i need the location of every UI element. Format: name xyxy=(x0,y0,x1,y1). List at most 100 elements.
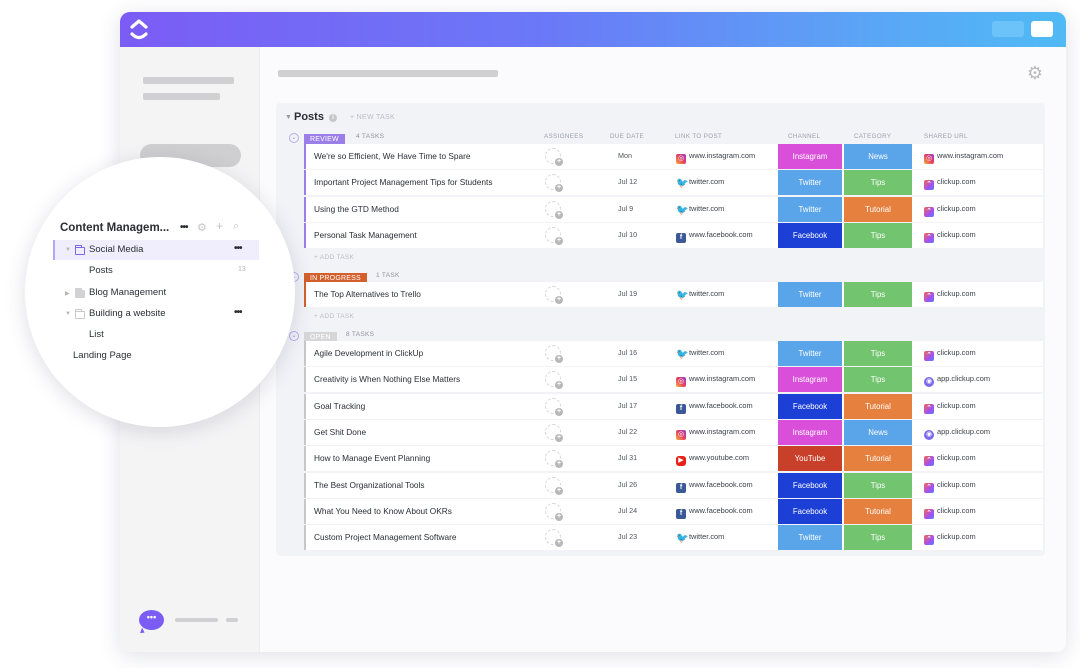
task-name[interactable]: The Best Organizational Tools xyxy=(314,480,425,490)
add-assignee-icon[interactable] xyxy=(545,226,563,245)
task-row[interactable]: Personal Task Management Jul 10 fwww.faceb… xyxy=(304,222,1043,248)
shared-url-text[interactable]: clickup.com xyxy=(937,230,976,239)
info-icon[interactable]: i xyxy=(329,114,337,122)
channel-cell[interactable]: Twitter xyxy=(778,341,842,366)
channel-cell[interactable]: Instagram xyxy=(778,367,842,393)
group-toggle-icon[interactable]: ⌄ xyxy=(289,133,299,143)
shared-url-text[interactable]: clickup.com xyxy=(937,177,976,186)
add-assignee-icon[interactable] xyxy=(545,345,563,363)
shared-url-text[interactable]: clickup.com xyxy=(937,453,976,462)
space-more-icon[interactable]: ••• xyxy=(180,222,188,233)
shared-url-text[interactable]: clickup.com xyxy=(937,289,976,298)
shared-url[interactable]: ◉ app.clickup.com xyxy=(924,374,990,388)
task-name[interactable]: Custom Project Management Software xyxy=(314,532,457,542)
link-text[interactable]: twitter.com xyxy=(689,348,724,357)
add-icon[interactable]: + xyxy=(216,219,223,233)
new-task-button[interactable]: + NEW TASK xyxy=(350,114,395,121)
add-assignee-icon[interactable] xyxy=(545,529,563,548)
titlebar-button-secondary[interactable] xyxy=(992,21,1024,37)
link-text[interactable]: www.facebook.com xyxy=(689,401,753,410)
category-cell[interactable]: Tips xyxy=(844,170,912,196)
channel-cell[interactable]: YouTube xyxy=(778,446,842,472)
link-text[interactable]: www.facebook.com xyxy=(689,480,753,489)
folder-more-icon[interactable]: ••• xyxy=(234,307,242,318)
category-cell[interactable]: Tutorial xyxy=(844,393,912,419)
task-name[interactable]: Goal Tracking xyxy=(314,401,365,411)
add-assignee-icon[interactable] xyxy=(545,423,563,442)
due-date[interactable]: Jul 15 xyxy=(618,374,637,383)
sidebar-item-social-media[interactable]: Social Media xyxy=(89,244,143,255)
link-to-post[interactable]: f www.facebook.com xyxy=(676,230,753,243)
add-assignee-icon[interactable] xyxy=(545,476,563,495)
category-cell[interactable]: Tips xyxy=(844,282,912,307)
channel-cell[interactable]: Twitter xyxy=(778,282,842,307)
link-to-post[interactable]: f www.facebook.com xyxy=(676,401,753,414)
link-text[interactable]: www.instagram.com xyxy=(689,374,755,383)
shared-url[interactable]: ⌃ clickup.com xyxy=(924,480,976,493)
due-date[interactable]: Jul 12 xyxy=(618,177,637,186)
category-cell[interactable]: Tutorial xyxy=(844,498,912,524)
shared-url[interactable]: ⌃ clickup.com xyxy=(924,532,976,546)
add-assignee-icon[interactable] xyxy=(545,200,563,219)
shared-url[interactable]: ⌃ clickup.com xyxy=(924,177,976,191)
due-date[interactable]: Jul 31 xyxy=(618,453,637,462)
category-cell[interactable]: Tips xyxy=(844,525,912,551)
expand-caret-icon[interactable]: ▼ xyxy=(65,311,71,317)
sidebar-item-posts[interactable]: Posts xyxy=(89,265,113,276)
shared-url[interactable]: ◎ www.instagram.com xyxy=(924,151,1003,164)
column-header-link[interactable]: LINK TO POST xyxy=(675,133,722,140)
add-assignee-icon[interactable] xyxy=(545,148,563,166)
column-header-category[interactable]: CATEGORY xyxy=(854,133,891,140)
shared-url-text[interactable]: clickup.com xyxy=(937,532,976,541)
chat-icon[interactable]: ••• xyxy=(139,610,164,630)
link-to-post[interactable]: 🐦twitter.com xyxy=(676,289,724,301)
due-date[interactable]: Jul 9 xyxy=(618,204,633,213)
shared-url-text[interactable]: clickup.com xyxy=(937,401,976,410)
task-name[interactable]: Creativity is When Nothing Else Matters xyxy=(314,374,460,384)
column-header-channel[interactable]: CHANNEL xyxy=(788,133,820,140)
channel-cell[interactable]: Facebook xyxy=(778,472,842,498)
collapse-caret-icon[interactable]: ▶ xyxy=(65,290,70,297)
channel-cell[interactable]: Twitter xyxy=(778,170,842,196)
add-assignee-icon[interactable] xyxy=(545,174,563,193)
category-cell[interactable]: Tips xyxy=(844,367,912,393)
due-date[interactable]: Jul 17 xyxy=(618,401,637,410)
task-name[interactable]: Important Project Management Tips for St… xyxy=(314,177,492,187)
task-row[interactable]: Goal Tracking Jul 17 fwww.facebook.com Face… xyxy=(304,393,1043,419)
add-assignee-icon[interactable] xyxy=(545,502,563,521)
category-cell[interactable]: Tutorial xyxy=(844,446,912,472)
add-assignee-icon[interactable] xyxy=(545,286,563,304)
task-row[interactable]: We're so Efficient, We Have Time to Spar… xyxy=(304,144,1043,169)
settings-gear-icon[interactable]: ⚙ xyxy=(1026,64,1044,82)
shared-url[interactable]: ⌃ clickup.com xyxy=(924,506,976,519)
category-cell[interactable]: Tips xyxy=(844,341,912,366)
shared-url[interactable]: ⌃ clickup.com xyxy=(924,230,976,243)
category-cell[interactable]: News xyxy=(844,144,912,169)
expand-caret-icon[interactable]: ▼ xyxy=(65,247,71,253)
shared-url[interactable]: ◉ app.clickup.com xyxy=(924,427,990,440)
link-to-post[interactable]: ▶ www.youtube.com xyxy=(676,453,749,467)
add-assignee-icon[interactable] xyxy=(545,371,563,390)
add-assignee-icon[interactable] xyxy=(545,450,563,469)
due-date[interactable]: Jul 26 xyxy=(618,480,637,489)
link-text[interactable]: twitter.com xyxy=(689,204,724,213)
due-date[interactable]: Jul 22 xyxy=(618,427,637,436)
column-header-assignees[interactable]: ASSIGNEES xyxy=(544,133,583,140)
link-to-post[interactable]: ◎ www.instagram.com xyxy=(676,427,755,440)
due-date[interactable]: Jul 24 xyxy=(618,506,637,515)
shared-url-text[interactable]: app.clickup.com xyxy=(937,374,990,383)
channel-cell[interactable]: Facebook xyxy=(778,393,842,419)
link-text[interactable]: www.youtube.com xyxy=(689,453,749,462)
column-header-due-date[interactable]: DUE DATE xyxy=(610,133,644,140)
task-row[interactable]: The Best Organizational Tools Jul 26 fwww.… xyxy=(304,472,1043,498)
task-row[interactable]: Using the GTD Method Jul 9 🐦twitter.com Twi… xyxy=(304,196,1043,222)
link-text[interactable]: twitter.com xyxy=(689,532,724,541)
column-header-shared-url[interactable]: SHARED URL xyxy=(924,133,968,140)
task-name[interactable]: We're so Efficient, We Have Time to Spar… xyxy=(314,151,471,161)
link-to-post[interactable]: f www.facebook.com xyxy=(676,506,753,519)
category-cell[interactable]: Tutorial xyxy=(844,196,912,222)
task-name[interactable]: Get Shit Done xyxy=(314,427,366,437)
category-cell[interactable]: Tips xyxy=(844,222,912,248)
link-text[interactable]: www.facebook.com xyxy=(689,230,753,239)
task-name[interactable]: Personal Task Management xyxy=(314,230,417,240)
